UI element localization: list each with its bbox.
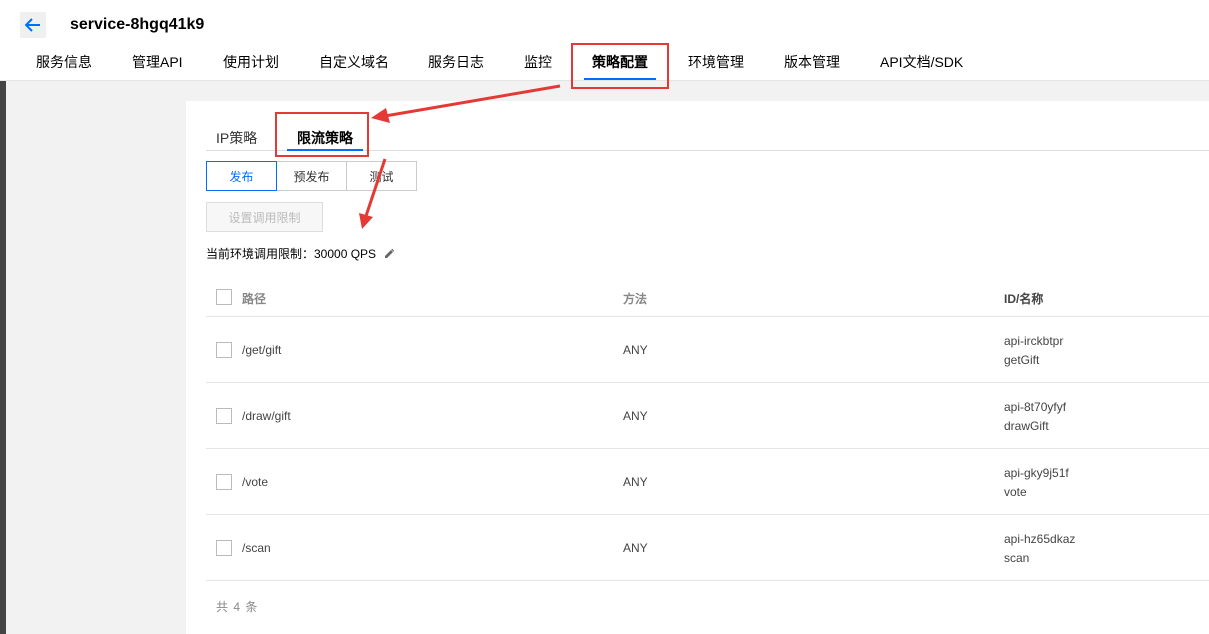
tab-service-info[interactable]: 服务信息 — [36, 52, 92, 72]
column-header-path: 路径 — [242, 292, 267, 306]
row-idname: api-hz65dkaz scan — [1004, 530, 1075, 568]
row-method: ANY — [623, 541, 648, 555]
set-limit-button[interactable]: 设置调用限制 — [206, 202, 323, 232]
table-header: 路径 方法 ID/名称 — [206, 276, 1209, 317]
table-row: /get/gift ANY api-irckbtpr getGift — [206, 317, 1209, 383]
row-checkbox[interactable] — [216, 540, 232, 556]
row-api-id: api-8t70yfyf — [1004, 400, 1067, 414]
row-api-id: api-irckbtpr — [1004, 334, 1064, 348]
select-all-checkbox[interactable] — [216, 289, 232, 305]
tab-manage-api[interactable]: 管理API — [132, 52, 183, 72]
pencil-icon[interactable] — [383, 248, 395, 260]
column-header-method: 方法 — [623, 292, 648, 306]
row-idname: api-gky9j51f vote — [1004, 464, 1069, 502]
arrow-left-icon — [25, 18, 40, 32]
env-release-button[interactable]: 发布 — [206, 161, 277, 191]
row-path: /draw/gift — [242, 409, 291, 423]
table-row: /scan ANY api-hz65dkaz scan — [206, 515, 1209, 581]
tab-usage-plan[interactable]: 使用计划 — [223, 52, 279, 72]
left-edge-strip — [0, 81, 6, 634]
table-row: /draw/gift ANY api-8t70yfyf drawGift — [206, 383, 1209, 449]
row-method: ANY — [623, 343, 648, 357]
row-api-id: api-gky9j51f — [1004, 466, 1069, 480]
policy-panel: IP策略 限流策略 发布 预发布 测试 设置调用限制 当前环境调用限制：3000… — [186, 101, 1209, 634]
row-path: /vote — [242, 475, 269, 489]
row-api-id: api-hz65dkaz — [1004, 532, 1076, 546]
row-method: ANY — [623, 409, 648, 423]
table-row: /vote ANY api-gky9j51f vote — [206, 449, 1209, 515]
tab-api-doc-sdk[interactable]: API文档/SDK — [880, 52, 963, 72]
row-checkbox[interactable] — [216, 474, 232, 490]
annotation-highlight-policy-tab — [571, 43, 669, 89]
environment-switch: 发布 预发布 测试 — [206, 161, 417, 191]
env-prepub-button[interactable]: 预发布 — [276, 161, 347, 191]
row-idname: api-8t70yfyf drawGift — [1004, 398, 1066, 436]
row-api-name: getGift — [1004, 353, 1040, 367]
column-header-idname: ID/名称 — [1004, 292, 1044, 306]
total-count: 共 4 条 — [216, 600, 259, 614]
tab-monitor[interactable]: 监控 — [524, 52, 552, 72]
tab-custom-domain[interactable]: 自定义域名 — [319, 52, 389, 72]
tab-service-log[interactable]: 服务日志 — [428, 52, 484, 72]
tab-version-manage[interactable]: 版本管理 — [784, 52, 840, 72]
annotation-highlight-rate-limit-subtab — [275, 112, 369, 157]
row-checkbox[interactable] — [216, 408, 232, 424]
row-method: ANY — [623, 475, 648, 489]
row-checkbox[interactable] — [216, 342, 232, 358]
service-title: service-8hgq41k9 — [70, 16, 205, 33]
row-path: /scan — [242, 541, 271, 555]
tab-env-manage[interactable]: 环境管理 — [688, 52, 744, 72]
current-limit-row: 当前环境调用限制：30000 QPS — [206, 245, 395, 262]
row-api-name: drawGift — [1004, 419, 1049, 433]
subtab-ip-policy[interactable]: IP策略 — [216, 128, 257, 148]
back-button[interactable] — [20, 12, 46, 38]
row-idname: api-irckbtpr getGift — [1004, 332, 1063, 370]
current-limit-text: 当前环境调用限制：30000 QPS — [206, 247, 377, 261]
row-api-name: scan — [1004, 551, 1030, 565]
env-test-button[interactable]: 测试 — [346, 161, 417, 191]
row-api-name: vote — [1004, 485, 1027, 499]
api-table: 路径 方法 ID/名称 /get/gift ANY api-irckbtpr g… — [206, 276, 1209, 581]
row-path: /get/gift — [242, 343, 282, 357]
